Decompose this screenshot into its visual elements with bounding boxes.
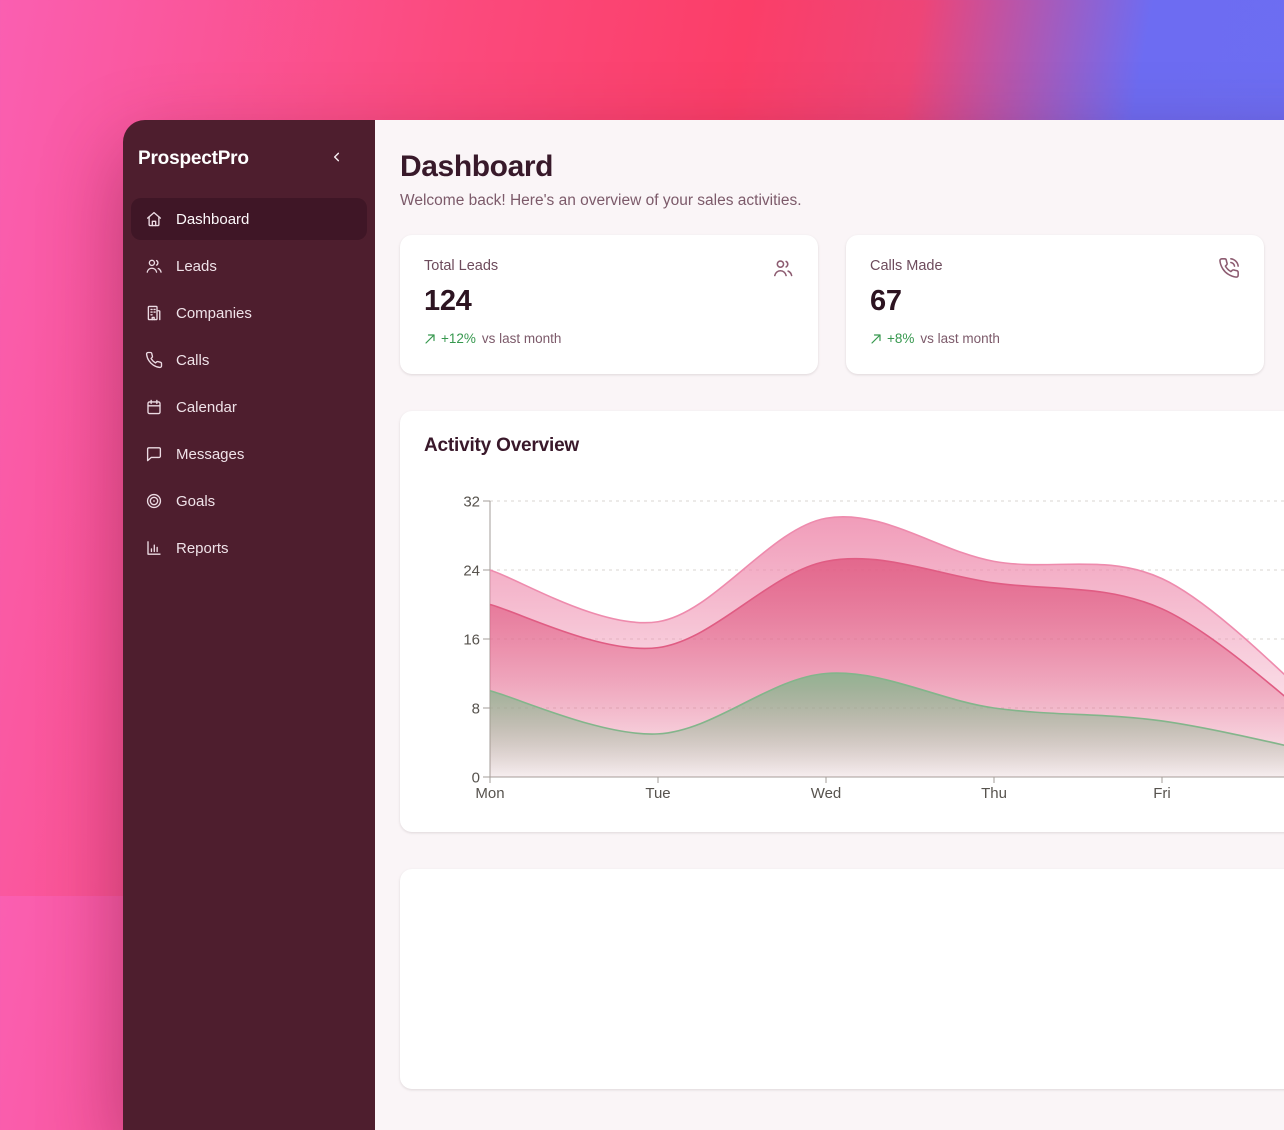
sidebar-item-label: Leads [176,258,217,275]
message-square-icon [145,445,163,463]
sidebar-item-label: Reports [176,540,229,557]
y-axis-label: 16 [463,632,480,649]
chart-title: Activity Overview [424,435,1284,457]
sidebar-item-label: Calendar [176,399,237,416]
sidebar-item-label: Messages [176,446,244,463]
stats-row: Total Leads124+12%vs last monthCalls Mad… [400,235,1284,374]
stat-trend-value: +8% [887,331,914,346]
partial-card [400,869,1284,1089]
stat-trend-suffix: vs last month [482,331,562,346]
users-icon [145,257,163,275]
users-icon [772,257,794,279]
brand-logo: ProspectPro [138,148,249,170]
home-icon [145,210,163,228]
sidebar-item-reports[interactable]: Reports [131,527,367,569]
stat-label: Total Leads [424,258,794,274]
phone-icon [145,351,163,369]
building-icon [145,304,163,322]
y-axis-label: 32 [463,494,480,511]
trend-up-icon [424,333,436,345]
x-axis-label: Wed [811,785,842,802]
sidebar-nav: Dashboard Leads Companies Calls Calendar Mess… [123,198,375,569]
sidebar-header: ProspectPro [123,120,375,170]
sidebar-item-calendar[interactable]: Calendar [131,386,367,428]
x-axis-label: Tue [645,785,670,802]
sidebar-item-dashboard[interactable]: Dashboard [131,198,367,240]
sidebar-item-label: Dashboard [176,211,249,228]
stat-value: 67 [870,285,1240,318]
sidebar-item-messages[interactable]: Messages [131,433,367,475]
chevron-left-icon [329,149,345,168]
page-subtitle: Welcome back! Here's an overview of your… [400,192,1284,210]
calendar-icon [145,398,163,416]
stat-trend-value: +12% [441,331,476,346]
sidebar-item-label: Calls [176,352,209,369]
sidebar-collapse-button[interactable] [327,147,347,170]
target-icon [145,492,163,510]
bar-chart-icon [145,539,163,557]
stat-card: Calls Made 67 +8% vs last month [846,235,1264,374]
x-axis-label: Fri [1153,785,1171,802]
app-window: ProspectPro Dashboard Leads Companies Calls… [123,120,1284,1130]
stat-trend: +8% vs last month [870,331,1240,346]
y-axis-label: 0 [472,770,480,787]
sidebar-item-calls[interactable]: Calls [131,339,367,381]
sidebar-item-label: Goals [176,493,215,510]
main-content: Dashboard Welcome back! Here's an overvi… [375,120,1284,1130]
page-title: Dashboard [400,150,1284,184]
sidebar: ProspectPro Dashboard Leads Companies Calls… [123,120,375,1130]
trend-up-icon [870,333,882,345]
stat-trend-suffix: vs last month [920,331,1000,346]
activity-chart: 0 8 16 24 32 Mon Tue Wed Thu Fri [424,477,1284,814]
stat-card: Total Leads 124 +12% vs last month [400,235,818,374]
phone-call-icon [1218,257,1240,279]
sidebar-item-companies[interactable]: Companies [131,292,367,334]
stat-trend: +12% vs last month [424,331,794,346]
activity-overview-card: Activity Overview 0 8 16 24 32 Mon Tue Wed Thu Fr… [400,411,1284,832]
stat-label: Calls Made [870,258,1240,274]
x-axis-label: Thu [981,785,1007,802]
stat-value: 124 [424,285,794,318]
sidebar-item-goals[interactable]: Goals [131,480,367,522]
y-axis-label: 8 [472,701,480,718]
x-axis-label: Mon [475,785,504,802]
sidebar-item-label: Companies [176,305,252,322]
sidebar-item-leads[interactable]: Leads [131,245,367,287]
chart-svg: 0 8 16 24 32 Mon Tue Wed Thu Fri [424,477,1284,809]
y-axis-label: 24 [463,563,480,580]
desktop: { "desktop": { "gradient_colors": ["#fa5… [0,0,1284,896]
